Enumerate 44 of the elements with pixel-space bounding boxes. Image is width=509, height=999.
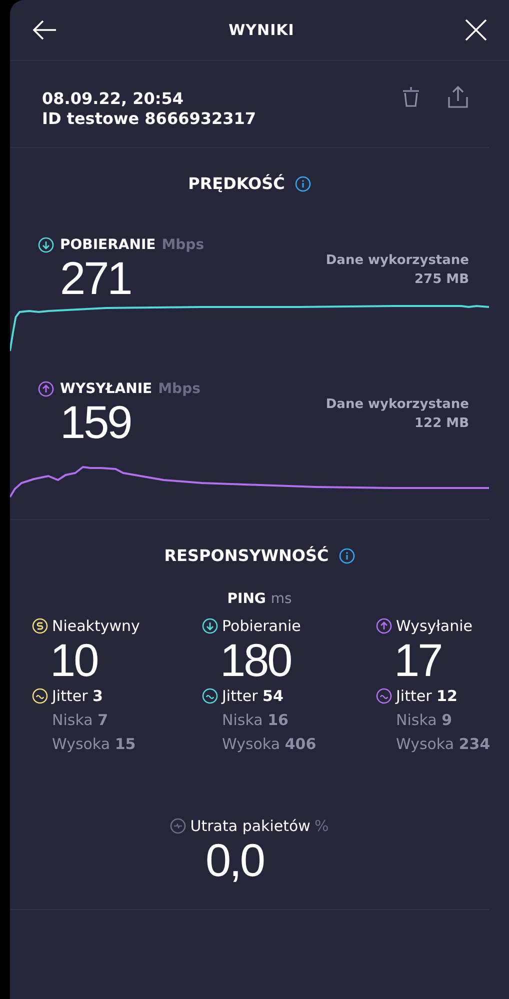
ping-value: 10 <box>50 635 98 685</box>
ping-title: PING <box>227 591 266 607</box>
section-title: RESPONSYWNOŚĆ <box>164 546 329 565</box>
info-icon <box>294 176 311 192</box>
ping-label: Pobieranie <box>222 617 301 635</box>
jitter-text: Jitter 3 <box>52 687 103 705</box>
low-ping-text: Niska 9 <box>396 711 454 729</box>
high-ping-text: Wysoka 406 <box>222 735 318 753</box>
jitter-text: Jitter 54 <box>222 687 284 705</box>
window-title: WYNIKI <box>228 21 294 39</box>
ping-label: Wysyłanie <box>396 617 472 635</box>
test-date: 08.09.22, 20:54 <box>42 89 185 109</box>
metric-label: POBIERANIE <box>60 237 156 253</box>
section-title: PRĘDKOŚĆ <box>188 174 285 193</box>
download-icon <box>38 237 54 253</box>
info-icon <box>338 548 355 564</box>
data-used-value: 275 MB <box>413 271 469 289</box>
ping-label: Nieaktywny <box>52 617 140 635</box>
unit-label: ms <box>270 591 292 607</box>
ping-value: 17 <box>394 635 442 685</box>
data-used-value: 122 MB <box>413 415 469 433</box>
jitter-icon <box>376 688 392 704</box>
unit-label: % <box>314 817 329 835</box>
metric-label: WYSYŁANIE <box>60 381 152 397</box>
ping-value: 180 <box>220 635 292 685</box>
jitter-text: Jitter 12 <box>396 687 458 705</box>
unit-label: Mbps <box>158 381 200 397</box>
packet-loss-label: Utrata pakietów <box>190 817 310 835</box>
data-used-label: Dane wykorzystane <box>326 252 469 270</box>
jitter-icon <box>202 688 218 704</box>
data-used-label: Dane wykorzystane <box>326 396 469 414</box>
speed-value: 271 <box>60 253 132 303</box>
packet-loss-value: 0,0 <box>206 835 264 885</box>
jitter-icon <box>32 688 48 704</box>
share-button[interactable] <box>447 85 469 111</box>
high-ping-text: Wysoka 234 <box>396 735 492 753</box>
upload-icon <box>38 381 54 397</box>
unit-label: Mbps <box>162 237 204 253</box>
packet-loss-icon <box>170 818 186 834</box>
speed-value: 159 <box>60 397 132 447</box>
low-ping-text: Niska 16 <box>222 711 290 729</box>
test-id: ID testowe 8666932317 <box>42 109 256 129</box>
high-ping-text: Wysoka 15 <box>52 735 137 753</box>
low-ping-text: Niska 7 <box>52 711 110 729</box>
